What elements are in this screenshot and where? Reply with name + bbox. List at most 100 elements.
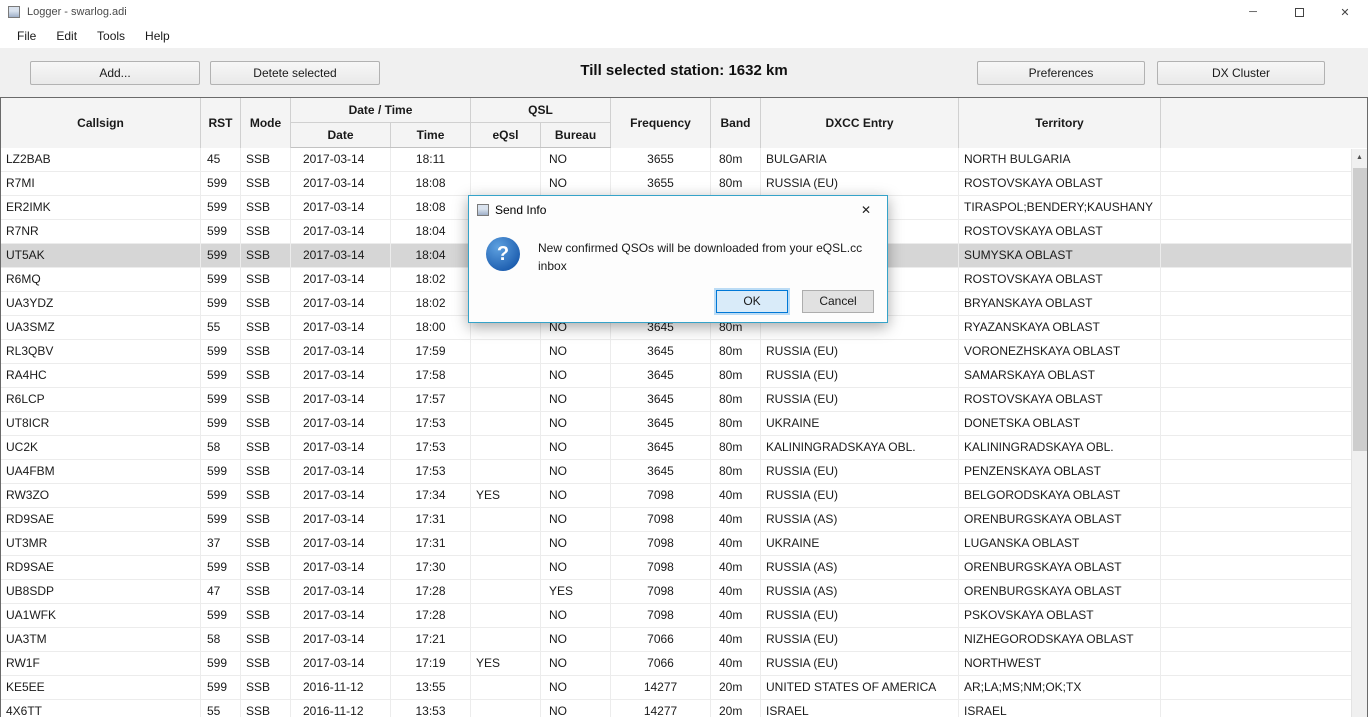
menu-tools[interactable]: Tools (87, 24, 135, 48)
cell-filler (1161, 580, 1353, 603)
table-row[interactable]: KE5EE 599 SSB 2016-11-12 13:55 NO 14277 20m UNIT… (1, 676, 1353, 700)
preferences-button[interactable]: Preferences (977, 61, 1145, 85)
delete-selected-button[interactable]: Detete selected (210, 61, 380, 85)
cell-rst: 599 (201, 556, 241, 579)
cell-eqsl (471, 556, 541, 579)
header-rst[interactable]: RST (201, 98, 241, 148)
cell-time: 18:02 (391, 268, 471, 291)
cell-date: 2017-03-14 (291, 556, 391, 579)
cell-filler (1161, 268, 1353, 291)
table-row[interactable]: RD9SAE 599 SSB 2017-03-14 17:31 NO 7098 40m RUSS… (1, 508, 1353, 532)
table-row[interactable]: RD9SAE 599 SSB 2017-03-14 17:30 NO 7098 40m RUSS… (1, 556, 1353, 580)
menu-edit[interactable]: Edit (46, 24, 87, 48)
cell-rst: 45 (201, 148, 241, 171)
cell-frequency: 7098 (611, 556, 711, 579)
scroll-up-button[interactable]: ▲ (1352, 149, 1367, 166)
cell-rst: 599 (201, 196, 241, 219)
cancel-button[interactable]: Cancel (802, 290, 874, 313)
close-button[interactable]: ✕ (1322, 0, 1368, 24)
cell-mode: SSB (241, 340, 291, 363)
header-bureau[interactable]: Bureau (541, 123, 611, 147)
cell-dxcc: KALININGRADSKAYA OBL. (761, 436, 959, 459)
table-row[interactable]: 4X6TT 55 SSB 2016-11-12 13:53 NO 14277 20m ISRAE… (1, 700, 1353, 717)
cell-filler (1161, 436, 1353, 459)
cell-filler (1161, 628, 1353, 651)
table-row[interactable]: UT8ICR 599 SSB 2017-03-14 17:53 NO 3645 80m UKRA… (1, 412, 1353, 436)
table-row[interactable]: UA4FBM 599 SSB 2017-03-14 17:53 NO 3645 80m RUSS… (1, 460, 1353, 484)
cell-callsign: LZ2BAB (1, 148, 201, 171)
cell-date: 2017-03-14 (291, 244, 391, 267)
table-row[interactable]: RL3QBV 599 SSB 2017-03-14 17:59 NO 3645 80m RUSS… (1, 340, 1353, 364)
add-button[interactable]: Add... (30, 61, 200, 85)
cell-date: 2017-03-14 (291, 484, 391, 507)
table-row[interactable]: RA4HC 599 SSB 2017-03-14 17:58 NO 3645 80m RUSSI… (1, 364, 1353, 388)
ok-button[interactable]: OK (716, 290, 788, 313)
minimize-button[interactable]: ─ (1230, 0, 1276, 24)
header-datetime[interactable]: Date / Time (291, 98, 471, 123)
cell-time: 17:31 (391, 508, 471, 531)
vertical-scrollbar[interactable]: ▲ (1351, 149, 1367, 717)
cell-eqsl: YES (471, 652, 541, 675)
cell-territory: ORENBURGSKAYA OBLAST (959, 580, 1161, 603)
cell-callsign: UC2K (1, 436, 201, 459)
cell-dxcc: RUSSIA (EU) (761, 604, 959, 627)
scrollbar-thumb[interactable] (1353, 168, 1367, 451)
cell-filler (1161, 676, 1353, 699)
cell-dxcc: RUSSIA (AS) (761, 508, 959, 531)
menu-file[interactable]: File (7, 24, 46, 48)
cell-callsign: RA4HC (1, 364, 201, 387)
cell-frequency: 3645 (611, 364, 711, 387)
cell-territory: ISRAEL (959, 700, 1161, 717)
table-row[interactable]: UT3MR 37 SSB 2017-03-14 17:31 NO 7098 40m UKRAIN… (1, 532, 1353, 556)
header-qsl[interactable]: QSL (471, 98, 611, 123)
table-row[interactable]: UA1WFK 599 SSB 2017-03-14 17:28 NO 7098 40m RUSS… (1, 604, 1353, 628)
cell-callsign: UT5AK (1, 244, 201, 267)
cell-mode: SSB (241, 244, 291, 267)
cell-rst: 599 (201, 484, 241, 507)
toolbar: Till selected station: 1632 km Add... De… (0, 48, 1368, 97)
header-dxcc-entry[interactable]: DXCC Entry (761, 98, 959, 148)
table-row[interactable]: RW3ZO 599 SSB 2017-03-14 17:34 YES NO 7098 40m RU… (1, 484, 1353, 508)
cell-time: 17:21 (391, 628, 471, 651)
dialog-message: New confirmed QSOs will be downloaded fr… (538, 241, 863, 273)
cell-rst: 599 (201, 460, 241, 483)
cell-callsign: RW3ZO (1, 484, 201, 507)
table-row[interactable]: UA3TM 58 SSB 2017-03-14 17:21 NO 7066 40m RUSSIA… (1, 628, 1353, 652)
cell-callsign: R6MQ (1, 268, 201, 291)
maximize-button[interactable] (1276, 0, 1322, 24)
table-row[interactable]: R6LCP 599 SSB 2017-03-14 17:57 NO 3645 80m RUSSI… (1, 388, 1353, 412)
cell-frequency: 3645 (611, 460, 711, 483)
table-row[interactable]: UC2K 58 SSB 2017-03-14 17:53 NO 3645 80m KALININ… (1, 436, 1353, 460)
header-callsign[interactable]: Callsign (1, 98, 201, 148)
header-mode[interactable]: Mode (241, 98, 291, 148)
cell-rst: 599 (201, 220, 241, 243)
header-band[interactable]: Band (711, 98, 761, 148)
cell-territory: LUGANSKA OBLAST (959, 532, 1161, 555)
header-frequency[interactable]: Frequency (611, 98, 711, 148)
header-territory[interactable]: Territory (959, 98, 1161, 148)
dx-cluster-button[interactable]: DX Cluster (1157, 61, 1325, 85)
cell-band: 20m (711, 676, 761, 699)
cell-date: 2017-03-14 (291, 412, 391, 435)
cell-mode: SSB (241, 148, 291, 171)
header-eqsl[interactable]: eQsl (471, 123, 541, 147)
cell-band: 80m (711, 340, 761, 363)
cell-date: 2017-03-14 (291, 268, 391, 291)
table-row[interactable]: R7MI 599 SSB 2017-03-14 18:08 NO 3655 80m RUSSIA… (1, 172, 1353, 196)
cell-mode: SSB (241, 556, 291, 579)
table-row[interactable]: RW1F 599 SSB 2017-03-14 17:19 YES NO 7066 40m RUS… (1, 652, 1353, 676)
dialog-close-button[interactable]: ✕ (845, 196, 887, 224)
table-row[interactable]: LZ2BAB 45 SSB 2017-03-14 18:11 NO 3655 80m BULGA… (1, 148, 1353, 172)
cell-band: 40m (711, 508, 761, 531)
table-row[interactable]: UB8SDP 47 SSB 2017-03-14 17:28 YES 7098 40m RUSS… (1, 580, 1353, 604)
header-time[interactable]: Time (391, 123, 471, 147)
cell-filler (1161, 316, 1353, 339)
cell-frequency: 7098 (611, 580, 711, 603)
cell-dxcc: RUSSIA (EU) (761, 172, 959, 195)
header-date[interactable]: Date (291, 123, 391, 147)
cell-frequency: 7098 (611, 484, 711, 507)
cell-mode: SSB (241, 316, 291, 339)
menu-help[interactable]: Help (135, 24, 180, 48)
cell-date: 2017-03-14 (291, 316, 391, 339)
cell-rst: 599 (201, 292, 241, 315)
